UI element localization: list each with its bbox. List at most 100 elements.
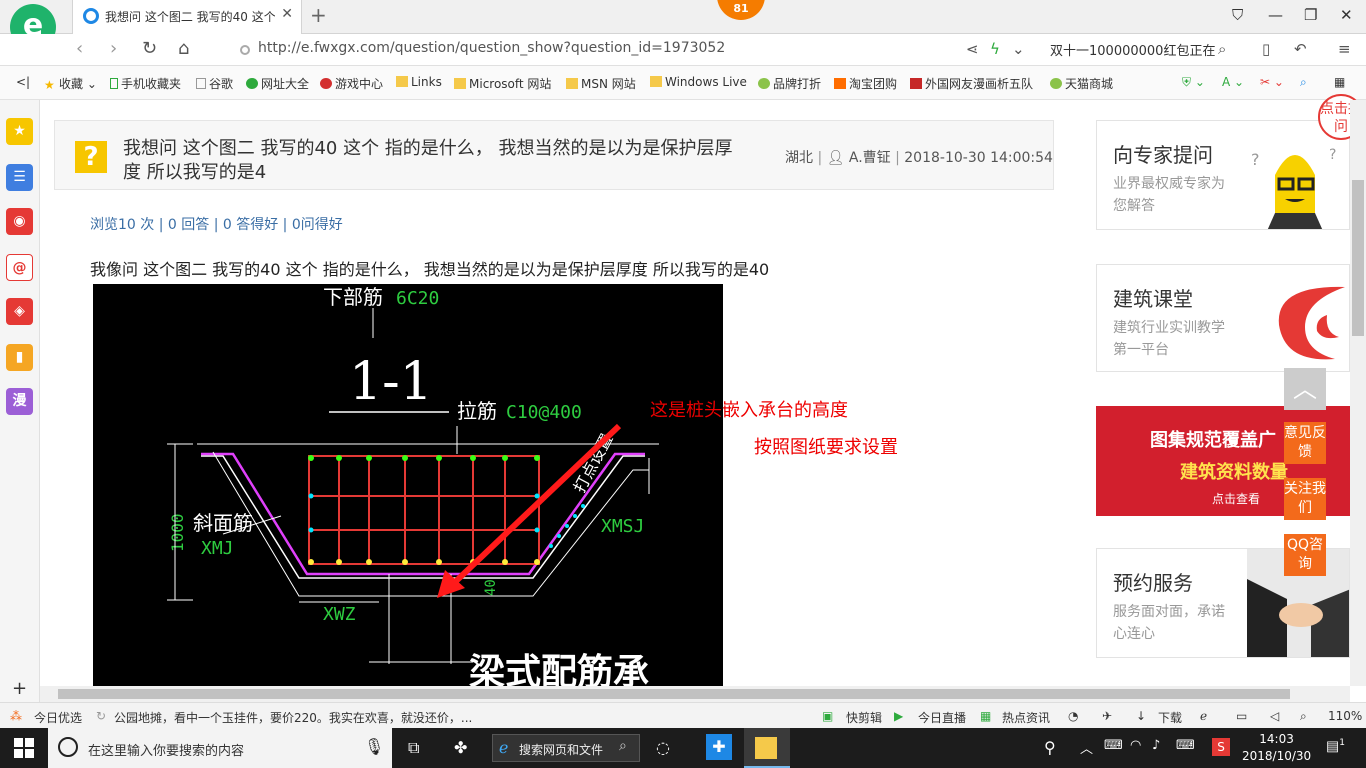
menu-icon[interactable]: ≡ xyxy=(1338,40,1351,58)
tab-active[interactable]: 我想问 这个图二 我写的40 这个 指的是什么 ✕ xyxy=(72,0,302,34)
close-icon[interactable]: ✕ xyxy=(281,6,293,22)
speed-icon[interactable]: ◔ xyxy=(1068,709,1078,723)
promo-button[interactable]: 点击查看 xyxy=(1212,490,1260,507)
add-sidebar-icon[interactable]: + xyxy=(12,678,27,699)
zoom-level[interactable]: 110% xyxy=(1328,709,1362,723)
bookmark-item[interactable]: ★ 收藏 ⌄ xyxy=(44,75,97,92)
search-tool-icon[interactable]: ⌕ xyxy=(1300,75,1307,90)
download-link[interactable]: 下载 xyxy=(1158,709,1182,726)
sogou-ime-icon[interactable]: S xyxy=(1212,738,1230,756)
translate-icon[interactable]: A ⌄ xyxy=(1222,75,1244,89)
chevron-up-icon[interactable]: ︿ xyxy=(1080,738,1093,757)
back-icon[interactable]: ‹ xyxy=(76,38,83,59)
notification-icon[interactable]: ▤1 xyxy=(1326,738,1345,755)
expert-card[interactable]: 向专家提问 业界最权威专家为您解答 ? ? xyxy=(1096,120,1350,230)
active-app-icon[interactable] xyxy=(744,728,790,768)
scissors-icon[interactable]: ✂ ⌄ xyxy=(1260,75,1284,89)
author-link[interactable]: A.曹钲 xyxy=(849,150,891,166)
site-info-icon[interactable] xyxy=(240,45,250,55)
novel-icon[interactable]: ▮ xyxy=(6,344,33,371)
shirt-icon[interactable]: ⛉ xyxy=(1232,6,1243,24)
lightning-icon[interactable]: ϟ xyxy=(990,40,1000,58)
window-icon[interactable]: ▭ xyxy=(1236,709,1247,723)
vertical-scrollbar[interactable] xyxy=(1350,100,1366,686)
search-input[interactable]: 双十一100000000红包正在 xyxy=(1050,40,1220,59)
ie-search-box[interactable]: ℯ 搜索网页和文件 ⌕ xyxy=(492,734,640,762)
restore-button[interactable]: ❐ xyxy=(1304,6,1317,24)
pin-icon[interactable]: ✈ xyxy=(1102,709,1112,723)
taskbar-search-input[interactable]: 在这里输入你要搜索的内容 xyxy=(88,740,244,759)
share-icon[interactable]: ⋖ xyxy=(966,40,979,58)
scroll-thumb[interactable] xyxy=(58,689,1290,699)
bookmark-item[interactable]: 谷歌 xyxy=(196,75,233,92)
back-to-top-button[interactable]: ︿ xyxy=(1284,368,1326,410)
bookmarks-toggle-icon[interactable]: <| xyxy=(16,75,30,89)
bookmark-item[interactable]: Windows Live xyxy=(650,75,747,89)
undo-icon[interactable]: ↶ xyxy=(1294,40,1307,58)
task-view-icon[interactable]: ⧉ xyxy=(408,738,419,758)
weibo-icon[interactable]: ◉ xyxy=(6,208,33,235)
speaker-icon[interactable]: ♪ xyxy=(1152,738,1160,753)
bookmark-item[interactable]: 天猫商城 xyxy=(1050,75,1113,92)
fan-icon[interactable]: ✤ xyxy=(454,738,467,757)
today-picks[interactable]: 今日优选 xyxy=(34,709,82,726)
classroom-card[interactable]: 建筑课堂 建筑行业实训教学第一平台 xyxy=(1096,264,1350,372)
search-icon[interactable]: ⌕ xyxy=(1218,40,1226,58)
favorites-icon[interactable]: ★ xyxy=(6,118,33,145)
microphone-icon[interactable]: 🎙︎ xyxy=(364,737,384,756)
minimize-button[interactable]: — xyxy=(1268,6,1283,24)
system-clock[interactable]: 14:03 2018/10/30 xyxy=(1242,731,1311,765)
comic-icon[interactable]: 漫 xyxy=(6,388,33,415)
ie-search-input[interactable]: 搜索网页和文件 xyxy=(519,741,603,758)
chevron-down-icon[interactable]: ⌄ xyxy=(1012,40,1025,58)
bookmark-item[interactable]: 网址大全 xyxy=(246,75,309,92)
close-window-button[interactable]: ✕ xyxy=(1340,6,1353,24)
bookmark-item[interactable]: Links xyxy=(396,75,442,89)
bookmark-item[interactable]: 游戏中心 xyxy=(320,75,383,92)
reader-icon[interactable]: ☰ xyxy=(6,164,33,191)
keyboard-icon[interactable]: ⌨ xyxy=(1176,738,1195,753)
bookmark-item[interactable]: Microsoft 网站 xyxy=(454,75,551,92)
qq-consult-button[interactable]: QQ咨询 xyxy=(1284,534,1326,576)
app-plus-icon[interactable]: ✚ xyxy=(706,734,732,760)
mail-icon[interactable]: @ xyxy=(6,254,33,281)
notification-badge[interactable]: 81 xyxy=(717,0,765,20)
taskbar-search[interactable]: 在这里输入你要搜索的内容 🎙︎ xyxy=(48,728,392,768)
bookmark-item[interactable]: 品牌打折 xyxy=(758,75,821,92)
shield-icon[interactable]: ⛨ ⌄ xyxy=(1182,75,1205,90)
taskbar: 在这里输入你要搜索的内容 🎙︎ ⧉ ✤ ℯ 搜索网页和文件 ⌕ ◌ ✚ ⚲ ︿ … xyxy=(0,728,1366,768)
refresh-icon[interactable]: ↻ xyxy=(142,38,157,59)
horizontal-scrollbar[interactable] xyxy=(40,686,1350,702)
svg-text:?: ? xyxy=(1329,147,1336,163)
ie-mode-icon[interactable]: ℯ xyxy=(1200,709,1207,723)
kuaijian-link[interactable]: 快剪辑 xyxy=(846,709,882,726)
url-input[interactable]: http://e.fwxgx.com/question/question_sho… xyxy=(258,40,725,56)
follow-button[interactable]: 关注我们 xyxy=(1284,478,1326,520)
volume-icon[interactable]: ◁ xyxy=(1270,709,1279,723)
phone-icon[interactable]: ▯ xyxy=(1262,40,1270,58)
bookmark-item[interactable]: 淘宝团购 xyxy=(834,75,897,92)
live-link[interactable]: 今日直播 xyxy=(918,709,966,726)
hot-news-link[interactable]: 热点资讯 xyxy=(1002,709,1050,726)
network-icon[interactable]: ⌨ xyxy=(1104,738,1123,753)
live-icon: ▶ xyxy=(894,709,904,723)
bookmark-item[interactable]: MSN 网站 xyxy=(566,75,636,92)
address-bar: ‹ › ↻ ⌂ http://e.fwxgx.com/question/ques… xyxy=(0,34,1366,66)
bookmark-item[interactable]: 手机收藏夹 xyxy=(110,75,181,92)
game-icon[interactable]: ◈ xyxy=(6,298,33,325)
forward-icon[interactable]: › xyxy=(110,38,117,59)
promo-line2: 建筑资料数量 xyxy=(1180,462,1288,483)
new-tab-button[interactable]: + xyxy=(310,3,327,27)
bookmark-item[interactable]: 外国网友漫画析五队 xyxy=(910,75,1033,92)
wifi-icon[interactable]: ◠ xyxy=(1130,738,1141,753)
apps-icon[interactable]: ▦ xyxy=(1334,75,1345,89)
news-ticker[interactable]: 公园地摊，看中一个玉挂件，要价220。我实在欢喜，就没还价，... xyxy=(114,709,472,726)
zoom-icon[interactable]: ⌕ xyxy=(1300,709,1307,724)
app-icon[interactable]: ◌ xyxy=(656,738,670,757)
windows-start-icon[interactable] xyxy=(14,738,34,758)
feedback-button[interactable]: 意见反馈 xyxy=(1284,422,1326,464)
person-icon[interactable]: ⚲ xyxy=(1044,738,1056,757)
tie-bar-spec: C10@400 xyxy=(506,402,582,423)
home-icon[interactable]: ⌂ xyxy=(178,38,189,59)
scroll-thumb[interactable] xyxy=(1352,180,1364,336)
